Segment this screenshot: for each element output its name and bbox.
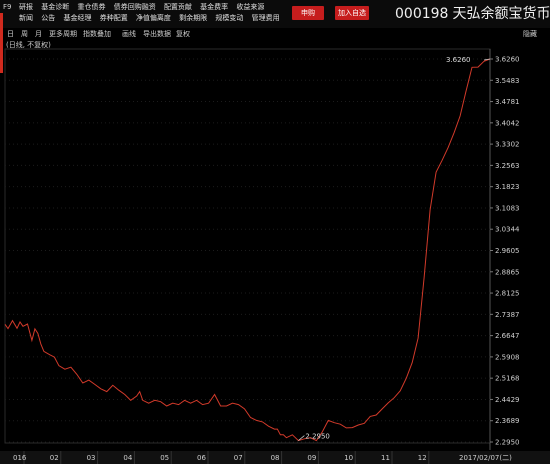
x-tick-label: 09: [307, 454, 316, 462]
max-value-label: 3.6260: [446, 56, 471, 64]
x-tick-label: 2017/02/07(二): [459, 454, 512, 462]
x-tick-label: 06: [197, 454, 206, 462]
y-tick-label: 2.7387: [495, 311, 520, 319]
y-tick-label: 2.2950: [495, 439, 520, 447]
x-tick-label: 04: [123, 454, 132, 462]
y-tick-label: 2.4429: [495, 396, 520, 404]
y-tick-label: 2.6647: [495, 332, 520, 340]
y-tick-label: 3.5483: [495, 77, 520, 85]
y-tick-label: 2.3689: [495, 417, 520, 425]
min-value-label: 2.2950: [305, 433, 330, 441]
y-tick-label: 3.3302: [495, 141, 520, 149]
x-tick-label: 03: [87, 454, 96, 462]
y-tick-label: 3.2563: [495, 162, 520, 170]
x-tick-label: 07: [234, 454, 243, 462]
x-tick-label: 016: [13, 454, 27, 462]
nav-series-line: [4, 58, 491, 442]
plot-frame: [4, 48, 491, 444]
y-tick-label: 3.4781: [495, 98, 520, 106]
nav-line-chart: 2.2950 2.3689 2.4429 2.5168 2.5908 2.6647 2.73…: [4, 48, 520, 464]
y-tick-label: 2.9605: [495, 247, 520, 255]
y-tick-label: 2.5908: [495, 353, 520, 361]
y-tick-label: 3.4042: [495, 119, 520, 127]
y-tick-label: 2.8125: [495, 290, 520, 298]
x-tick-label: 08: [271, 454, 280, 462]
x-tick-label: 05: [160, 454, 169, 462]
y-tick-label: 3.6260: [495, 56, 520, 64]
x-tick-label: 11: [381, 454, 390, 462]
y-tick-label: 3.1823: [495, 183, 520, 191]
y-tick-label: 3.0344: [495, 226, 520, 234]
x-tick-label: 12: [418, 454, 427, 462]
x-tick-label: 02: [50, 454, 59, 462]
x-tick-label: 10: [344, 454, 353, 462]
y-tick-label: 2.5168: [495, 375, 520, 383]
y-tick-label: 2.8865: [495, 268, 520, 276]
y-tick-label: 3.1083: [495, 204, 520, 212]
